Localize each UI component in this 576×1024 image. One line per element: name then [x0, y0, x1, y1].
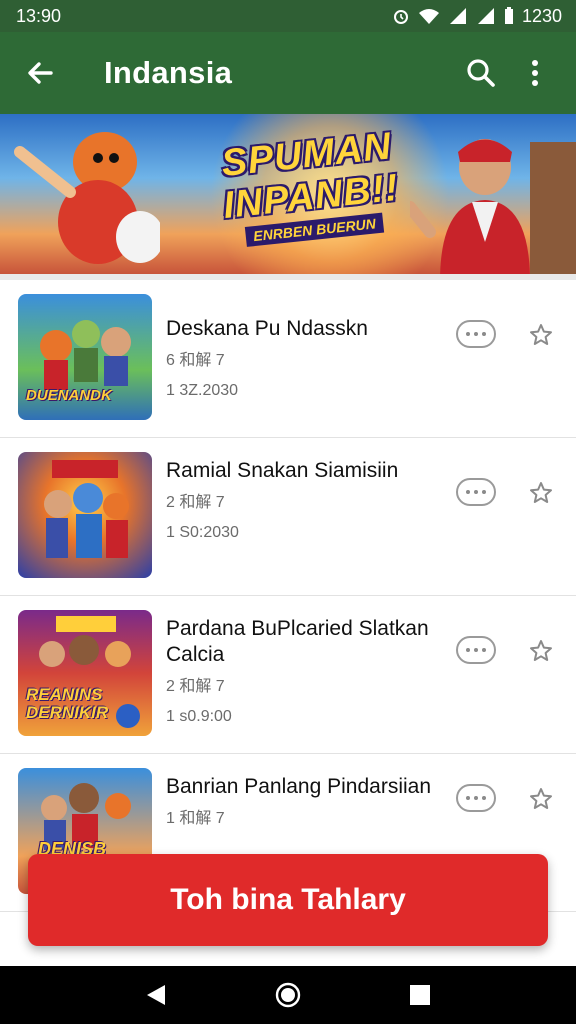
- list-item-title: Pardana BuPlcaried Slatkan Calcia: [166, 617, 429, 666]
- search-icon: [467, 59, 495, 87]
- more-options-button[interactable]: [456, 320, 496, 348]
- nav-back-icon: [147, 985, 165, 1005]
- more-options-button[interactable]: [456, 784, 496, 812]
- status-icons: 1230: [392, 6, 562, 27]
- list-item[interactable]: Ramial Snakan Siamisiin 2 和解 7 1 S0:2030: [0, 438, 576, 596]
- favorite-button[interactable]: [526, 320, 556, 350]
- list-item-title: Banrian Panlang Pindarsiian: [166, 775, 432, 798]
- alarm-icon: [393, 10, 408, 24]
- thumbnail-art: [44, 460, 129, 558]
- more-horiz-icon: [482, 332, 486, 336]
- system-nav-bar: [0, 966, 576, 1024]
- list-item-text: Ramial Snakan Siamisiin 2 和解 7 1 S0:2030: [166, 458, 436, 544]
- more-horiz-icon: [466, 490, 470, 494]
- signal-icon: [449, 8, 466, 24]
- wifi-icon: [418, 9, 439, 24]
- more-horiz-icon: [474, 796, 478, 800]
- favorite-button[interactable]: [526, 784, 556, 814]
- more-horiz-icon: [482, 490, 486, 494]
- list-item[interactable]: REANINS DERNIKIR Pardana BuPlcaried Slat…: [0, 596, 576, 754]
- star-outline-icon: [530, 788, 552, 809]
- game-thumbnail: DUENANDK: [18, 294, 152, 420]
- primary-action-button[interactable]: Toh bina Tahlary: [28, 854, 548, 946]
- signal-icon-2: [477, 8, 494, 24]
- nav-back-button[interactable]: [136, 975, 176, 1015]
- list-item-title: Ramial Snakan Siamisiin: [166, 459, 399, 482]
- list-item-time: 1 s0.9:00: [166, 708, 232, 725]
- more-horiz-icon: [482, 648, 486, 652]
- more-horiz-icon: [474, 332, 478, 336]
- promo-banner[interactable]: SPUMAN INPANB!! ENRBEN BUERUN: [0, 114, 576, 274]
- banner-character-right: [410, 139, 576, 274]
- list-item-meta: 1 和解 7: [166, 810, 225, 827]
- app-bar: Indansia: [0, 32, 576, 114]
- more-options-button[interactable]: [456, 478, 496, 506]
- more-horiz-icon: [482, 796, 486, 800]
- favorite-button[interactable]: [526, 478, 556, 508]
- nav-home-icon: [275, 982, 301, 1008]
- more-horiz-icon: [466, 796, 470, 800]
- more-horiz-icon: [466, 332, 470, 336]
- status-time: 13:90: [16, 5, 62, 26]
- status-right-time: 1230: [521, 5, 562, 26]
- banner-character-left: [14, 132, 160, 264]
- list-item-meta: 2 和解 7: [166, 494, 225, 511]
- nav-home-button[interactable]: [268, 975, 308, 1015]
- list-item-time: 1 3Z.2030: [166, 382, 239, 399]
- list-item-text: Banrian Panlang Pindarsiian 1 和解 7: [166, 774, 436, 830]
- back-button[interactable]: [18, 51, 62, 95]
- thumbnail-logo: DUENANDK: [26, 387, 112, 404]
- game-thumbnail: REANINS DERNIKIR: [18, 610, 152, 736]
- battery-icon: [504, 7, 513, 24]
- star-outline-icon: [530, 640, 552, 661]
- list-item-text: Pardana BuPlcaried Slatkan Calcia 2 和解 7…: [166, 616, 436, 728]
- more-vert-icon: [532, 60, 538, 86]
- star-outline-icon: [530, 324, 552, 345]
- more-horiz-icon: [466, 648, 470, 652]
- more-horiz-icon: [474, 490, 478, 494]
- thumbnail-logo: REANINS DERNIKIR: [26, 685, 109, 722]
- favorite-button[interactable]: [526, 636, 556, 666]
- game-list: DUENANDK Deskana Pu Ndasskn 6 和解 7 1 3Z.…: [0, 280, 576, 912]
- back-arrow-icon: [28, 62, 53, 84]
- status-bar: 13:90 1230: [0, 0, 576, 32]
- list-item-meta: 2 和解 7: [166, 678, 225, 695]
- list-item[interactable]: DUENANDK Deskana Pu Ndasskn 6 和解 7 1 3Z.…: [0, 280, 576, 438]
- more-options-button[interactable]: [456, 636, 496, 664]
- more-horiz-icon: [474, 648, 478, 652]
- search-button[interactable]: [458, 50, 504, 96]
- list-item-text: Deskana Pu Ndasskn 6 和解 7 1 3Z.2030: [166, 316, 436, 402]
- nav-recents-icon: [410, 985, 430, 1005]
- list-item-meta: 6 和解 7: [166, 352, 225, 369]
- page-title: Indansia: [104, 55, 233, 90]
- game-thumbnail: [18, 452, 152, 578]
- list-item-title: Deskana Pu Ndasskn: [166, 317, 368, 340]
- overflow-menu-button[interactable]: [512, 50, 558, 96]
- list-item-time: 1 S0:2030: [166, 524, 239, 541]
- star-outline-icon: [530, 482, 552, 503]
- nav-recents-button[interactable]: [400, 975, 440, 1015]
